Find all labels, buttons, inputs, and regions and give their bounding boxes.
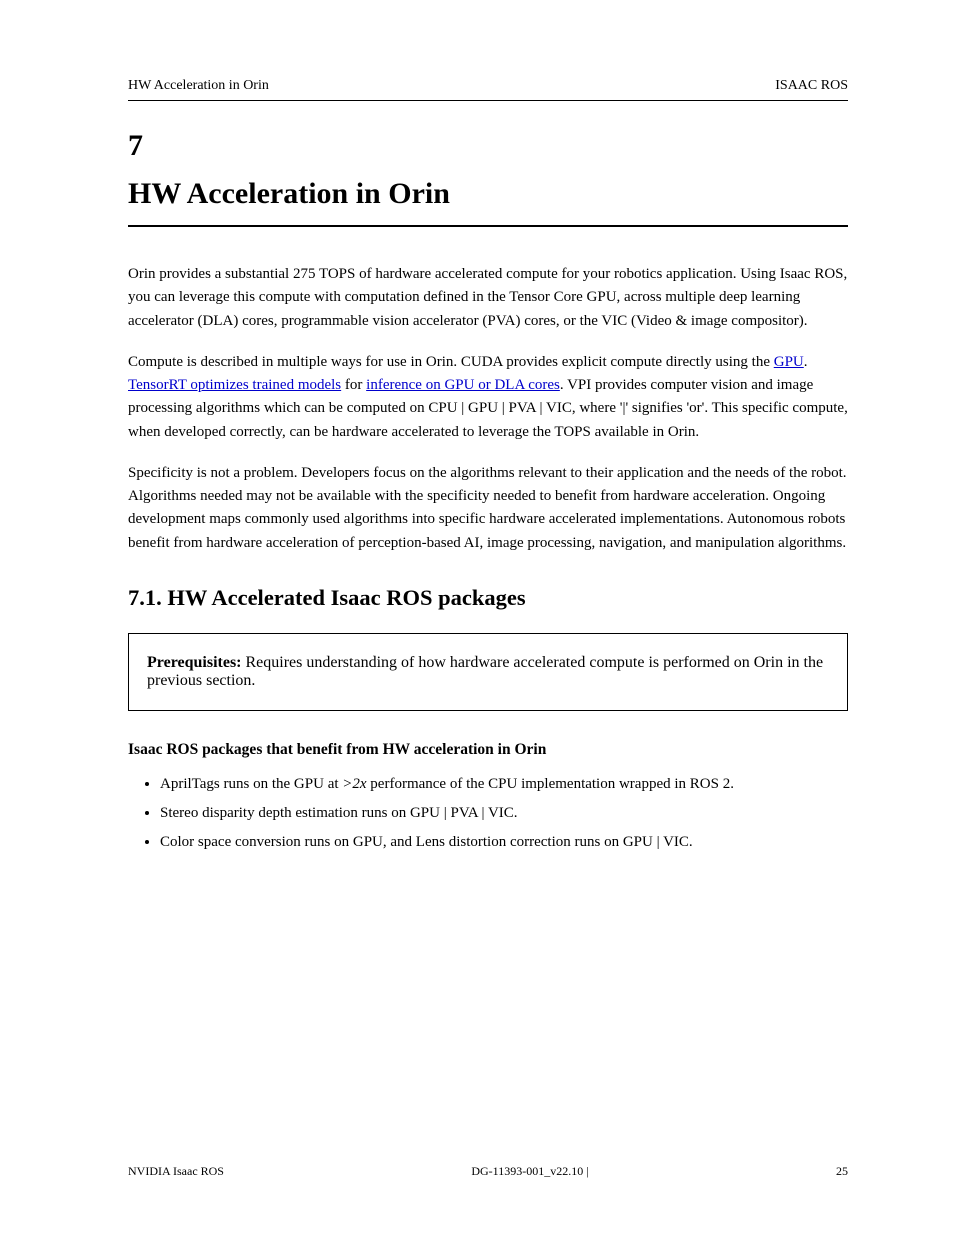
emphasis: >2x xyxy=(342,776,366,792)
list-item: AprilTags runs on the GPU at >2x perform… xyxy=(160,773,848,796)
footer-right: 25 xyxy=(836,1164,848,1179)
section-title: HW Acceleration in Orin xyxy=(128,177,848,211)
footer-left: NVIDIA Isaac ROS xyxy=(128,1164,224,1179)
compute-paragraph: Compute is described in multiple ways fo… xyxy=(128,351,848,444)
page-footer: NVIDIA Isaac ROS DG-11393-001_v22.10 | 2… xyxy=(128,1164,848,1179)
text-segment: . xyxy=(804,354,808,370)
inference-link[interactable]: inference on GPU or DLA cores xyxy=(366,377,560,393)
text-segment: performance of the CPU implementation wr… xyxy=(367,776,734,792)
prerequisites-label: Prerequisites: xyxy=(147,654,246,671)
specificity-paragraph: Specificity is not a problem. Developers… xyxy=(128,462,848,555)
header-right: ISAAC ROS xyxy=(775,78,848,94)
page-header: HW Acceleration in Orin ISAAC ROS xyxy=(128,78,848,94)
intro-paragraph: Orin provides a substantial 275 TOPS of … xyxy=(128,263,848,333)
text-segment: AprilTags runs on the GPU at xyxy=(160,776,342,792)
header-rule xyxy=(128,100,848,101)
prerequisites-box: Prerequisites: Requires understanding of… xyxy=(128,633,848,711)
list-item: Color space conversion runs on GPU, and … xyxy=(160,831,848,854)
bullet-list: AprilTags runs on the GPU at >2x perform… xyxy=(128,773,848,855)
subsection-title: 7.1. HW Accelerated Isaac ROS packages xyxy=(128,585,848,611)
section-rule xyxy=(128,225,848,227)
footer-center: DG-11393-001_v22.10 | xyxy=(471,1164,588,1179)
section-number: 7 xyxy=(128,129,848,163)
gpu-link[interactable]: GPU xyxy=(774,354,804,370)
list-heading: Isaac ROS packages that benefit from HW … xyxy=(128,741,848,759)
text-segment: for xyxy=(341,377,366,393)
tensorrt-link[interactable]: TensorRT optimizes trained models xyxy=(128,377,341,393)
prerequisites-text: Requires understanding of how hardware a… xyxy=(147,654,823,689)
list-item: Stereo disparity depth estimation runs o… xyxy=(160,802,848,825)
text-segment: Compute is described in multiple ways fo… xyxy=(128,354,774,370)
header-left: HW Acceleration in Orin xyxy=(128,78,269,94)
